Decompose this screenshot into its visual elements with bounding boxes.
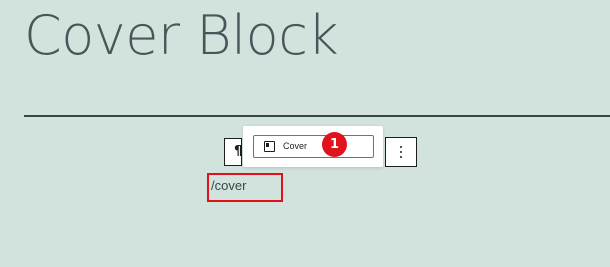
vertical-ellipsis-icon bbox=[400, 146, 403, 158]
autocomplete-option-cover[interactable]: Cover 1 bbox=[253, 132, 374, 158]
more-options-button[interactable] bbox=[385, 137, 417, 167]
autocomplete-popover: Cover 1 bbox=[243, 126, 383, 167]
step-number-badge: 1 bbox=[322, 132, 347, 157]
annotation-highlight-box bbox=[207, 173, 283, 202]
autocomplete-option-label: Cover bbox=[283, 141, 308, 151]
block-toolbar-paragraph[interactable]: ¶ bbox=[224, 138, 242, 166]
paragraph-icon: ¶ bbox=[234, 144, 243, 159]
separator-line bbox=[24, 115, 610, 117]
cover-block-icon bbox=[264, 141, 275, 152]
page-title: Cover Block bbox=[24, 4, 339, 67]
